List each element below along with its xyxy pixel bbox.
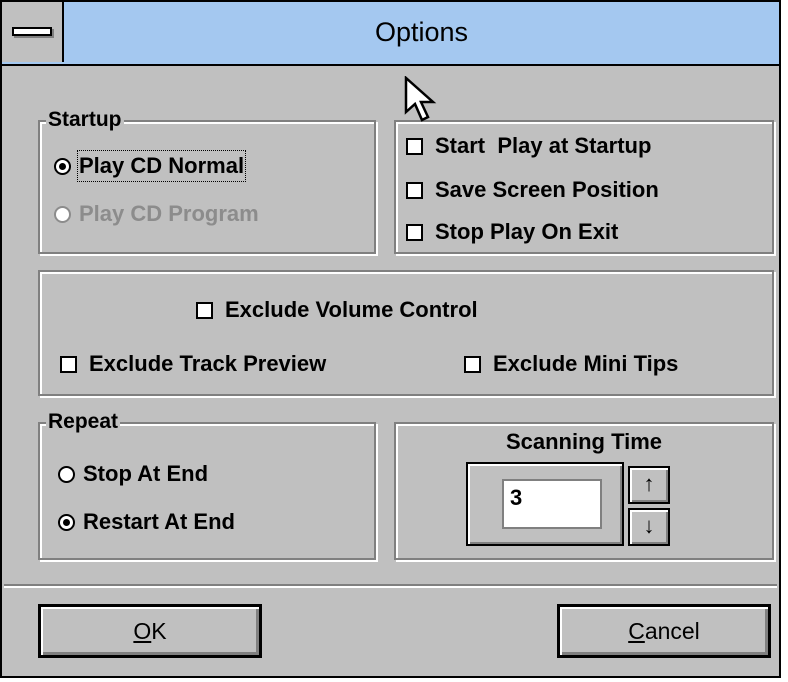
play-cd-program-radio[interactable]: Play CD Program	[54, 200, 259, 228]
checkbox-icon	[60, 355, 77, 373]
radio-unchecked-icon	[54, 205, 71, 223]
exclude-volume-control-checkbox[interactable]: Exclude Volume Control	[196, 296, 478, 324]
stop-at-end-radio[interactable]: Stop At End	[58, 460, 208, 488]
play-cd-normal-radio[interactable]: Play CD Normal	[54, 150, 247, 182]
cancel-mnemonic: C	[628, 618, 645, 644]
exclude-mini-tips-label: Exclude Mini Tips	[493, 351, 679, 376]
cancel-button[interactable]: Cancel	[557, 604, 771, 658]
start-play-at-startup-label: Start Play at Startup	[435, 133, 652, 158]
play-cd-program-label: Play CD Program	[79, 201, 259, 226]
ok-button[interactable]: OK	[38, 604, 262, 658]
checkbox-icon	[464, 355, 481, 373]
cancel-label: ancel	[644, 618, 700, 644]
start-play-at-startup-checkbox[interactable]: Start Play at Startup	[406, 132, 651, 160]
restart-at-end-label: Restart At End	[83, 509, 235, 534]
radio-checked-icon	[54, 157, 71, 175]
restart-at-end-radio[interactable]: Restart At End	[58, 508, 235, 536]
checkbox-icon	[406, 137, 423, 155]
radio-checked-icon	[58, 513, 75, 531]
save-screen-position-label: Save Screen Position	[435, 177, 659, 202]
mouse-pointer-icon	[404, 76, 437, 122]
radio-unchecked-icon	[58, 465, 75, 483]
scanning-time-label: Scanning Time	[505, 429, 663, 454]
spin-up-button[interactable]: ↑	[628, 466, 670, 504]
startup-options-group: Start Play at Startup Save Screen Positi…	[394, 120, 774, 254]
ok-mnemonic: O	[133, 618, 152, 644]
scanning-time-field: 3	[466, 462, 624, 546]
exclude-track-preview-checkbox[interactable]: Exclude Track Preview	[60, 350, 326, 378]
stop-at-end-label: Stop At End	[83, 461, 209, 486]
stop-play-on-exit-label: Stop Play On Exit	[435, 219, 619, 244]
arrow-up-icon: ↑	[643, 471, 655, 496]
exclude-volume-control-label: Exclude Volume Control	[225, 297, 478, 322]
exclude-mini-tips-checkbox[interactable]: Exclude Mini Tips	[464, 350, 678, 378]
window-title: Options	[374, 17, 469, 47]
arrow-down-icon: ↓	[643, 513, 655, 538]
spin-down-button[interactable]: ↓	[628, 508, 670, 546]
system-menu-button[interactable]	[2, 2, 64, 62]
checkbox-icon	[406, 223, 423, 241]
checkbox-icon	[406, 181, 423, 199]
stop-play-on-exit-checkbox[interactable]: Stop Play On Exit	[406, 218, 618, 246]
startup-group: Startup Play CD Normal Play CD Program	[38, 108, 376, 254]
ok-label: K	[151, 618, 167, 644]
system-menu-icon	[12, 27, 52, 36]
repeat-group: Repeat Stop At End Restart At End	[38, 410, 376, 560]
play-cd-normal-label: Play CD Normal	[76, 150, 247, 182]
title-bar: Options	[2, 2, 779, 66]
checkbox-icon	[196, 301, 213, 319]
options-dialog: Options Startup Play CD Normal Play CD P…	[0, 0, 781, 678]
exclude-group: Exclude Volume Control Exclude Track Pre…	[38, 270, 774, 396]
exclude-track-preview-label: Exclude Track Preview	[89, 351, 327, 376]
scanning-time-input[interactable]: 3	[502, 479, 602, 529]
save-screen-position-checkbox[interactable]: Save Screen Position	[406, 176, 659, 204]
repeat-legend: Repeat	[46, 410, 121, 434]
startup-legend: Startup	[46, 108, 124, 132]
button-separator	[4, 584, 777, 586]
